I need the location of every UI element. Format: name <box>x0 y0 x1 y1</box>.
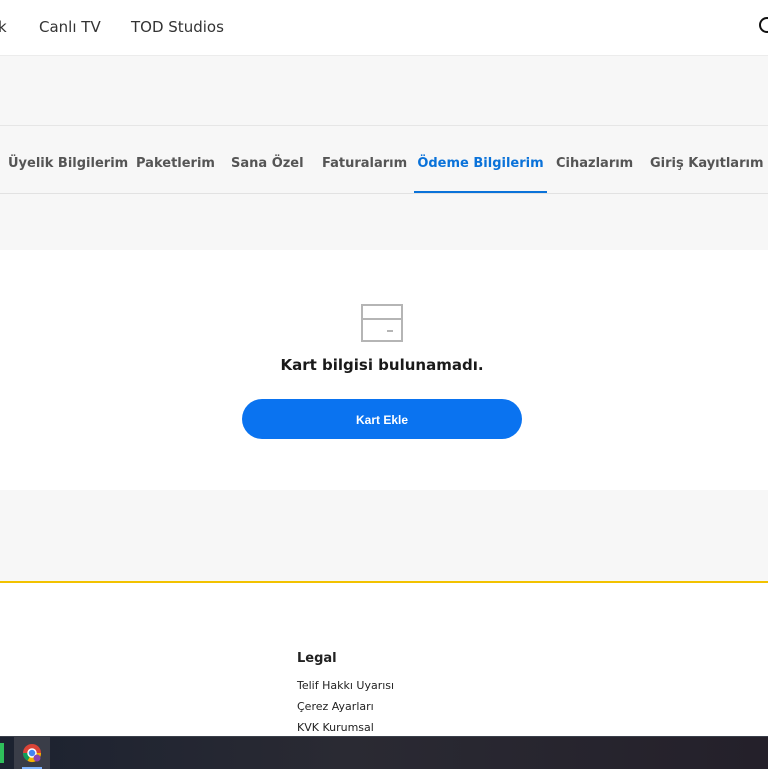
footer-link-cookie-settings[interactable]: Çerez Ayarları <box>297 700 374 713</box>
tab-faturalarim[interactable]: Faturalarım <box>322 126 407 193</box>
header-spacer <box>0 56 768 126</box>
taskbar-app-sliver[interactable] <box>0 743 4 763</box>
tab-uyelik-bilgilerim[interactable]: Üyelik Bilgilerim <box>8 126 128 193</box>
footer-legal-title: Legal <box>297 651 337 666</box>
content-bottom-spacer <box>0 490 768 581</box>
account-tabs: Üyelik Bilgilerim Paketlerim Sana Özel F… <box>0 126 768 194</box>
footer <box>0 583 768 737</box>
chrome-icon <box>22 743 42 763</box>
nav-item-partial[interactable]: k <box>0 18 7 36</box>
nav-item-canli-tv[interactable]: Canlı TV <box>39 18 101 36</box>
footer-link-kvk[interactable]: KVK Kurumsal <box>297 721 374 734</box>
add-card-button[interactable]: Kart Ekle <box>242 399 522 439</box>
footer-link-copyright[interactable]: Telif Hakkı Uyarısı <box>297 679 394 692</box>
tab-giris-kayitlarim[interactable]: Giriş Kayıtlarım <box>650 126 764 193</box>
nav-item-tod-studios[interactable]: TOD Studios <box>131 18 224 36</box>
search-icon[interactable] <box>756 14 768 36</box>
os-taskbar <box>0 736 768 769</box>
empty-card-message: Kart bilgisi bulunamadı. <box>280 356 484 374</box>
credit-card-icon <box>361 304 403 342</box>
tab-odeme-bilgilerim[interactable]: Ödeme Bilgilerim <box>414 126 547 193</box>
tab-cihazlarim[interactable]: Cihazlarım <box>556 126 633 193</box>
tab-paketlerim[interactable]: Paketlerim <box>136 126 215 193</box>
top-navigation: k Canlı TV TOD Studios <box>0 0 768 56</box>
tabs-spacer <box>0 194 768 250</box>
taskbar-chrome-button[interactable] <box>14 737 50 769</box>
tab-sana-ozel[interactable]: Sana Özel <box>231 126 304 193</box>
